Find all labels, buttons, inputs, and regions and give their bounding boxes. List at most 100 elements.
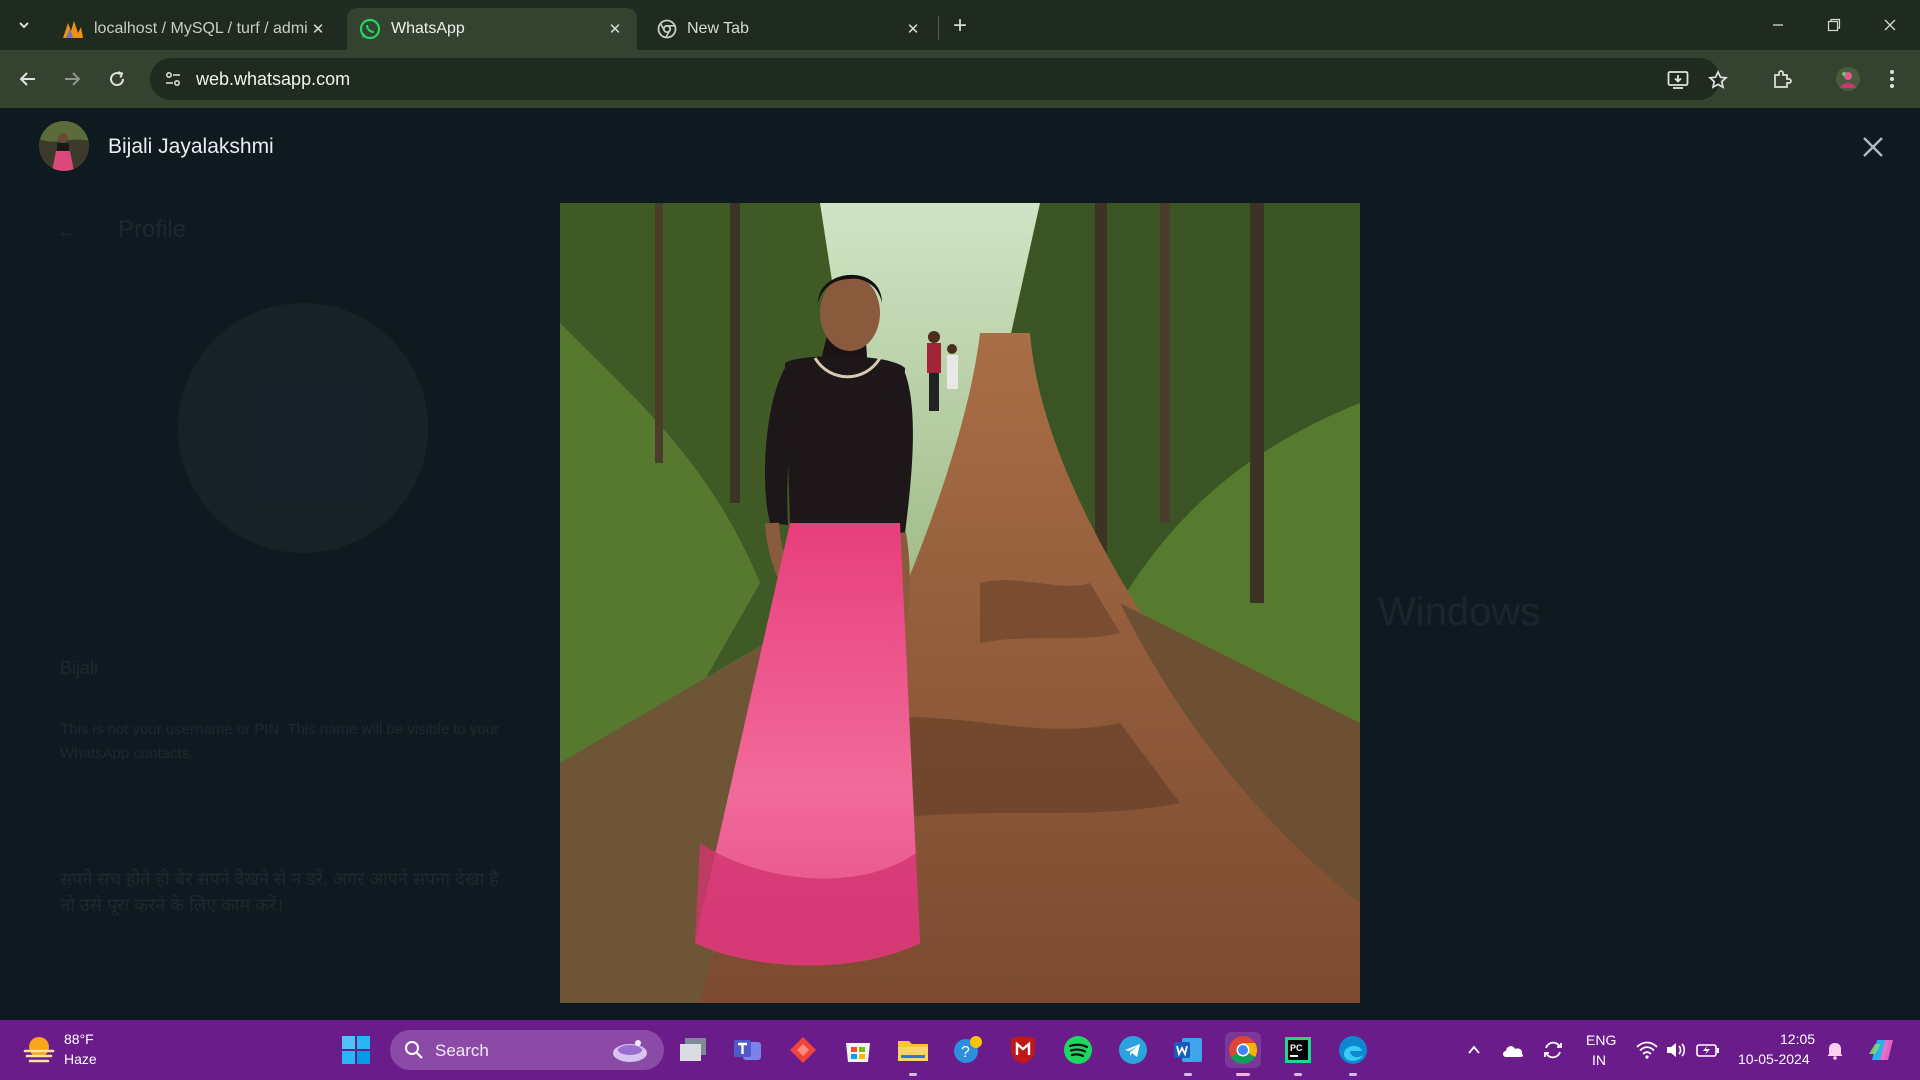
tab-new-tab[interactable]: New Tab ✕ (645, 8, 935, 50)
minimize-button[interactable] (1750, 0, 1806, 50)
tab-title: localhost / MySQL / turf / admin (94, 20, 308, 37)
spotify-app[interactable] (1060, 1032, 1096, 1068)
close-tab-icon[interactable]: ✕ (605, 19, 625, 39)
battery-icon[interactable] (1696, 1038, 1720, 1062)
puzzle-icon (1774, 70, 1792, 88)
language-indicator[interactable]: ENG (1586, 1032, 1616, 1048)
tab-whatsapp[interactable]: WhatsApp ✕ (347, 8, 637, 50)
chrome-app[interactable] (1225, 1032, 1261, 1076)
close-tab-icon[interactable]: ✕ (308, 19, 328, 39)
mcafee-app[interactable] (1005, 1032, 1041, 1068)
wifi-icon[interactable] (1635, 1038, 1659, 1062)
search-label: Search (435, 1041, 489, 1060)
notification-bell-icon[interactable] (1823, 1038, 1847, 1062)
edge-app[interactable] (1335, 1032, 1371, 1076)
forward-button[interactable] (56, 63, 88, 95)
pycharm-icon: PC (1285, 1037, 1311, 1063)
spotify-icon (1064, 1036, 1092, 1064)
volume-icon[interactable] (1664, 1038, 1688, 1062)
tab-phpmyadmin[interactable]: localhost / MySQL / turf / admin ✕ (50, 8, 340, 50)
browser-toolbar: web.whatsapp.com (0, 50, 1920, 108)
search-icon (405, 1041, 423, 1059)
contact-avatar[interactable] (39, 121, 89, 171)
search-highlight-icon (613, 1040, 647, 1062)
task-view-app[interactable] (675, 1032, 711, 1068)
contact-name: Bijali Jayalakshmi (108, 135, 274, 158)
chrome-icon (1229, 1036, 1257, 1064)
tab-search-button[interactable] (8, 9, 40, 41)
profile-avatar-icon (1836, 67, 1860, 91)
file-explorer-app[interactable] (895, 1032, 931, 1076)
minimize-icon (1773, 24, 1783, 26)
reload-button[interactable] (101, 63, 133, 95)
profile-photo (560, 203, 1360, 1003)
running-indicator (1236, 1073, 1250, 1076)
close-icon (1884, 19, 1896, 31)
copilot-icon[interactable] (1866, 1035, 1898, 1065)
microsoft-store-app[interactable] (840, 1032, 876, 1068)
clock-time[interactable]: 12:05 (1780, 1031, 1815, 1047)
chrome-icon (657, 19, 677, 39)
browser-menu-button[interactable] (1876, 63, 1908, 95)
taskbar-search[interactable]: Search (390, 1030, 664, 1070)
chevron-up-icon (1468, 1045, 1480, 1054)
telegram-icon (1119, 1036, 1147, 1064)
pycharm-app[interactable]: PC (1280, 1032, 1316, 1076)
running-indicator (909, 1073, 917, 1076)
ghost-name-label: Bijali (60, 658, 99, 678)
media-viewer: ← Profile Bijali This is not your userna… (0, 108, 1920, 1020)
teams-app[interactable] (730, 1032, 766, 1068)
restore-button[interactable] (1806, 0, 1862, 50)
get-help-app[interactable]: ? (950, 1032, 986, 1068)
tab-title: WhatsApp (391, 20, 465, 37)
viewer-header: Bijali Jayalakshmi (0, 108, 1920, 188)
ghost-name-hint: This is not your username or PIN. This n… (60, 721, 500, 762)
forward-arrow-icon (65, 72, 81, 86)
anydesk-app[interactable] (785, 1032, 821, 1068)
ghost-panel-title: Profile (118, 216, 187, 243)
whatsapp-icon (359, 18, 381, 40)
restore-icon (1827, 18, 1841, 32)
onedrive-icon[interactable] (1501, 1038, 1525, 1062)
tab-title: New Tab (687, 20, 749, 37)
close-viewer-button[interactable] (1856, 130, 1890, 164)
close-icon (1863, 137, 1883, 157)
svg-text:PC: PC (1290, 1043, 1303, 1053)
window-close-button[interactable] (1862, 0, 1918, 50)
reload-icon (110, 71, 125, 87)
folder-icon (898, 1041, 928, 1061)
ghost-about-text: सपने सच होते ही बेर सपने देखने से न डरें… (60, 869, 499, 915)
windows-start-icon[interactable] (341, 1035, 371, 1065)
word-icon (1174, 1038, 1202, 1062)
close-tab-icon[interactable]: ✕ (903, 19, 923, 39)
install-app-icon[interactable] (1666, 68, 1690, 92)
telegram-app[interactable] (1115, 1032, 1151, 1068)
tab-separator (938, 16, 939, 40)
back-arrow-icon (19, 72, 35, 86)
extensions-button[interactable] (1766, 63, 1798, 95)
bookmark-star-icon[interactable] (1706, 68, 1730, 92)
weather-temperature[interactable]: 88°F (64, 1031, 94, 1047)
back-button[interactable] (12, 63, 44, 95)
ghost-back-arrow-icon: ← (56, 218, 78, 243)
new-tab-button[interactable]: + (944, 10, 976, 42)
weather-description[interactable]: Haze (64, 1051, 97, 1067)
weather-sun-haze-icon[interactable] (22, 1034, 56, 1064)
url-text: web.whatsapp.com (196, 69, 351, 89)
sync-icon[interactable] (1541, 1038, 1565, 1062)
address-bar[interactable]: web.whatsapp.com (150, 58, 1728, 100)
running-indicator (1294, 1073, 1302, 1076)
site-info-icon[interactable] (162, 68, 184, 90)
teams-icon (734, 1040, 761, 1060)
running-indicator (1184, 1073, 1192, 1076)
word-app[interactable] (1170, 1032, 1206, 1076)
show-hidden-icons-button[interactable] (1462, 1038, 1486, 1062)
profile-button[interactable] (1832, 63, 1864, 95)
svg-text:?: ? (961, 1044, 970, 1061)
region-indicator[interactable]: IN (1592, 1052, 1606, 1068)
tab-strip: localhost / MySQL / turf / admin ✕ Whats… (0, 0, 1920, 50)
clock-date[interactable]: 10-05-2024 (1738, 1051, 1810, 1067)
windows-watermark: Windows (1378, 590, 1541, 634)
chevron-down-icon (19, 22, 29, 29)
running-indicator (1349, 1073, 1357, 1076)
